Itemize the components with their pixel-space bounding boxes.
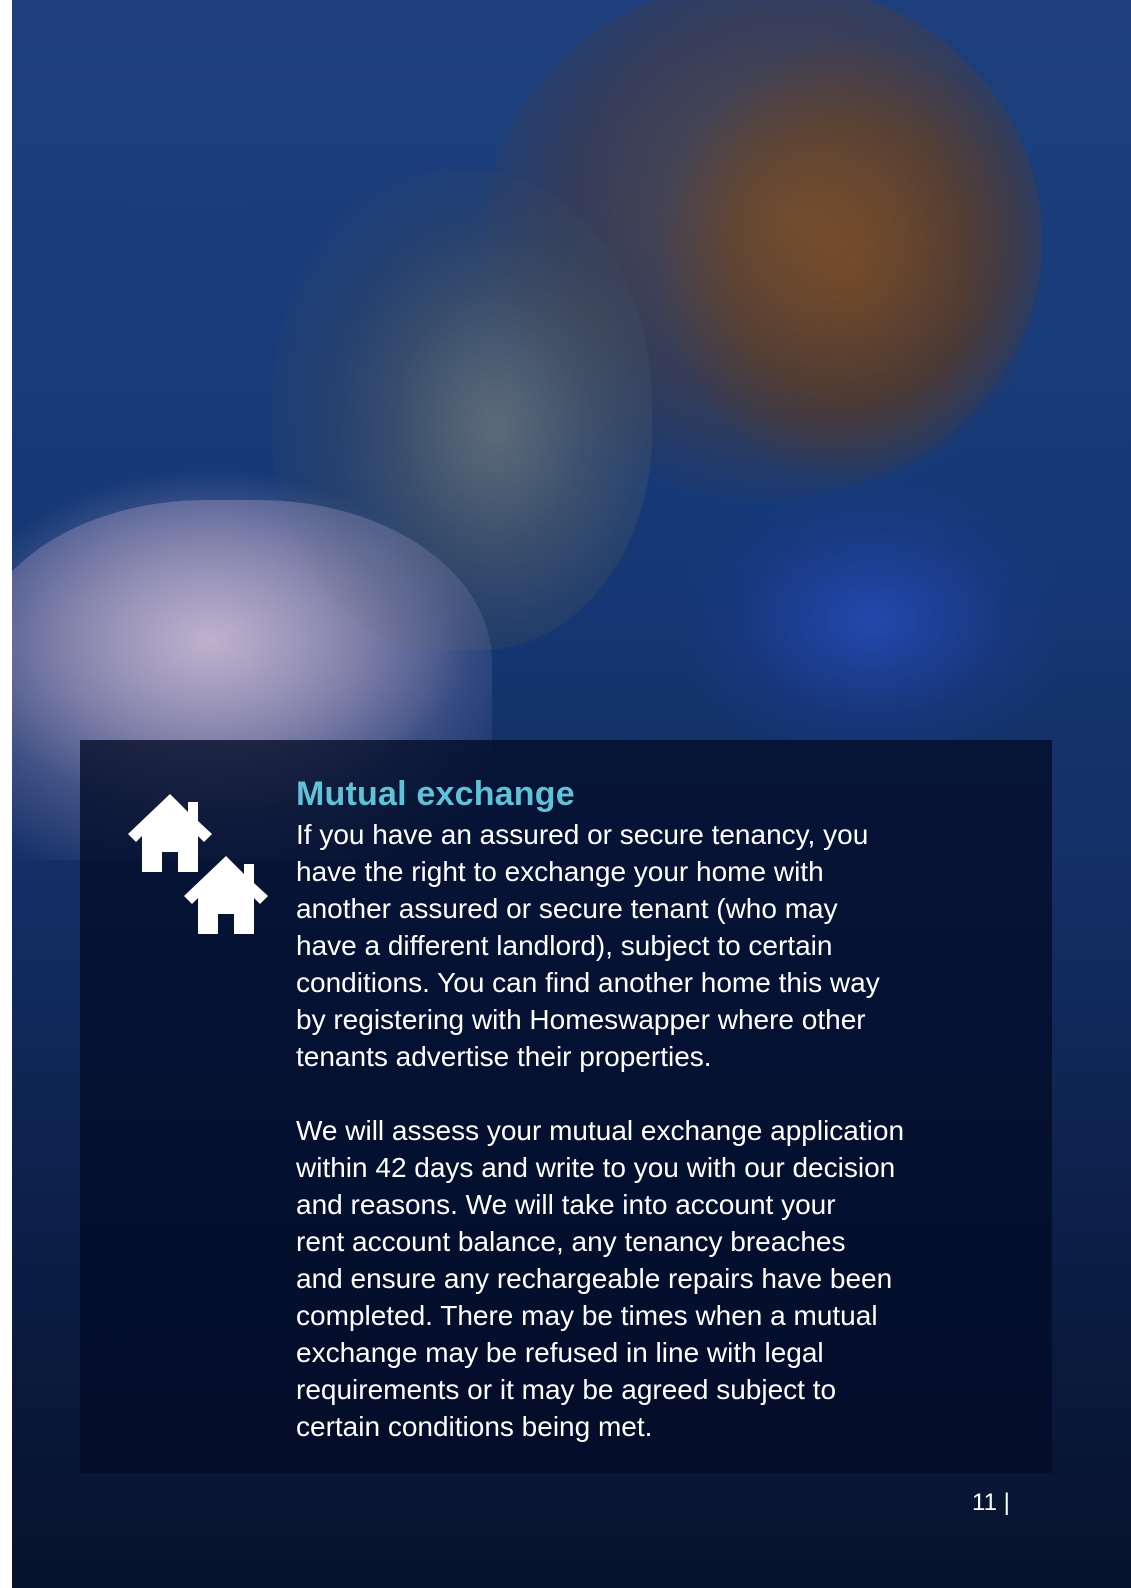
document-page: Mutual exchange If you have an assured o… bbox=[0, 0, 1131, 1588]
paragraph-line: within 42 days and write to you with our… bbox=[296, 1152, 896, 1183]
paragraph-line: by registering with Homeswapper where ot… bbox=[296, 1004, 866, 1035]
paragraph-line: have the right to exchange your home wit… bbox=[296, 856, 824, 887]
paragraph-line: If you have an assured or secure tenancy… bbox=[296, 819, 869, 850]
paragraph-line: rent account balance, any tenancy breach… bbox=[296, 1226, 846, 1257]
paragraph-1: If you have an assured or secure tenancy… bbox=[296, 816, 1016, 1075]
section-content: Mutual exchange If you have an assured o… bbox=[296, 772, 1016, 1445]
paragraph-line: We will assess your mutual exchange appl… bbox=[296, 1115, 905, 1146]
paragraph-line: and reasons. We will take into account y… bbox=[296, 1189, 836, 1220]
two-houses-icon bbox=[128, 794, 268, 934]
paragraph-line: have a different landlord), subject to c… bbox=[296, 930, 833, 961]
paragraph-line: requirements or it may be agreed subject… bbox=[296, 1374, 837, 1405]
paragraph-line: exchange may be refused in line with leg… bbox=[296, 1337, 824, 1368]
paragraph-line: another assured or secure tenant (who ma… bbox=[296, 893, 838, 924]
paragraph-line: tenants advertise their properties. bbox=[296, 1041, 712, 1072]
paragraph-line: certain conditions being met. bbox=[296, 1411, 653, 1442]
section-heading: Mutual exchange bbox=[296, 775, 575, 813]
paragraph-2: We will assess your mutual exchange appl… bbox=[296, 1112, 1016, 1445]
paragraph-line: and ensure any rechargeable repairs have… bbox=[296, 1263, 893, 1294]
paragraph-line: completed. There may be times when a mut… bbox=[296, 1300, 878, 1331]
paragraph-line: conditions. You can find another home th… bbox=[296, 967, 880, 998]
page-number: 11 | bbox=[972, 1489, 1010, 1516]
